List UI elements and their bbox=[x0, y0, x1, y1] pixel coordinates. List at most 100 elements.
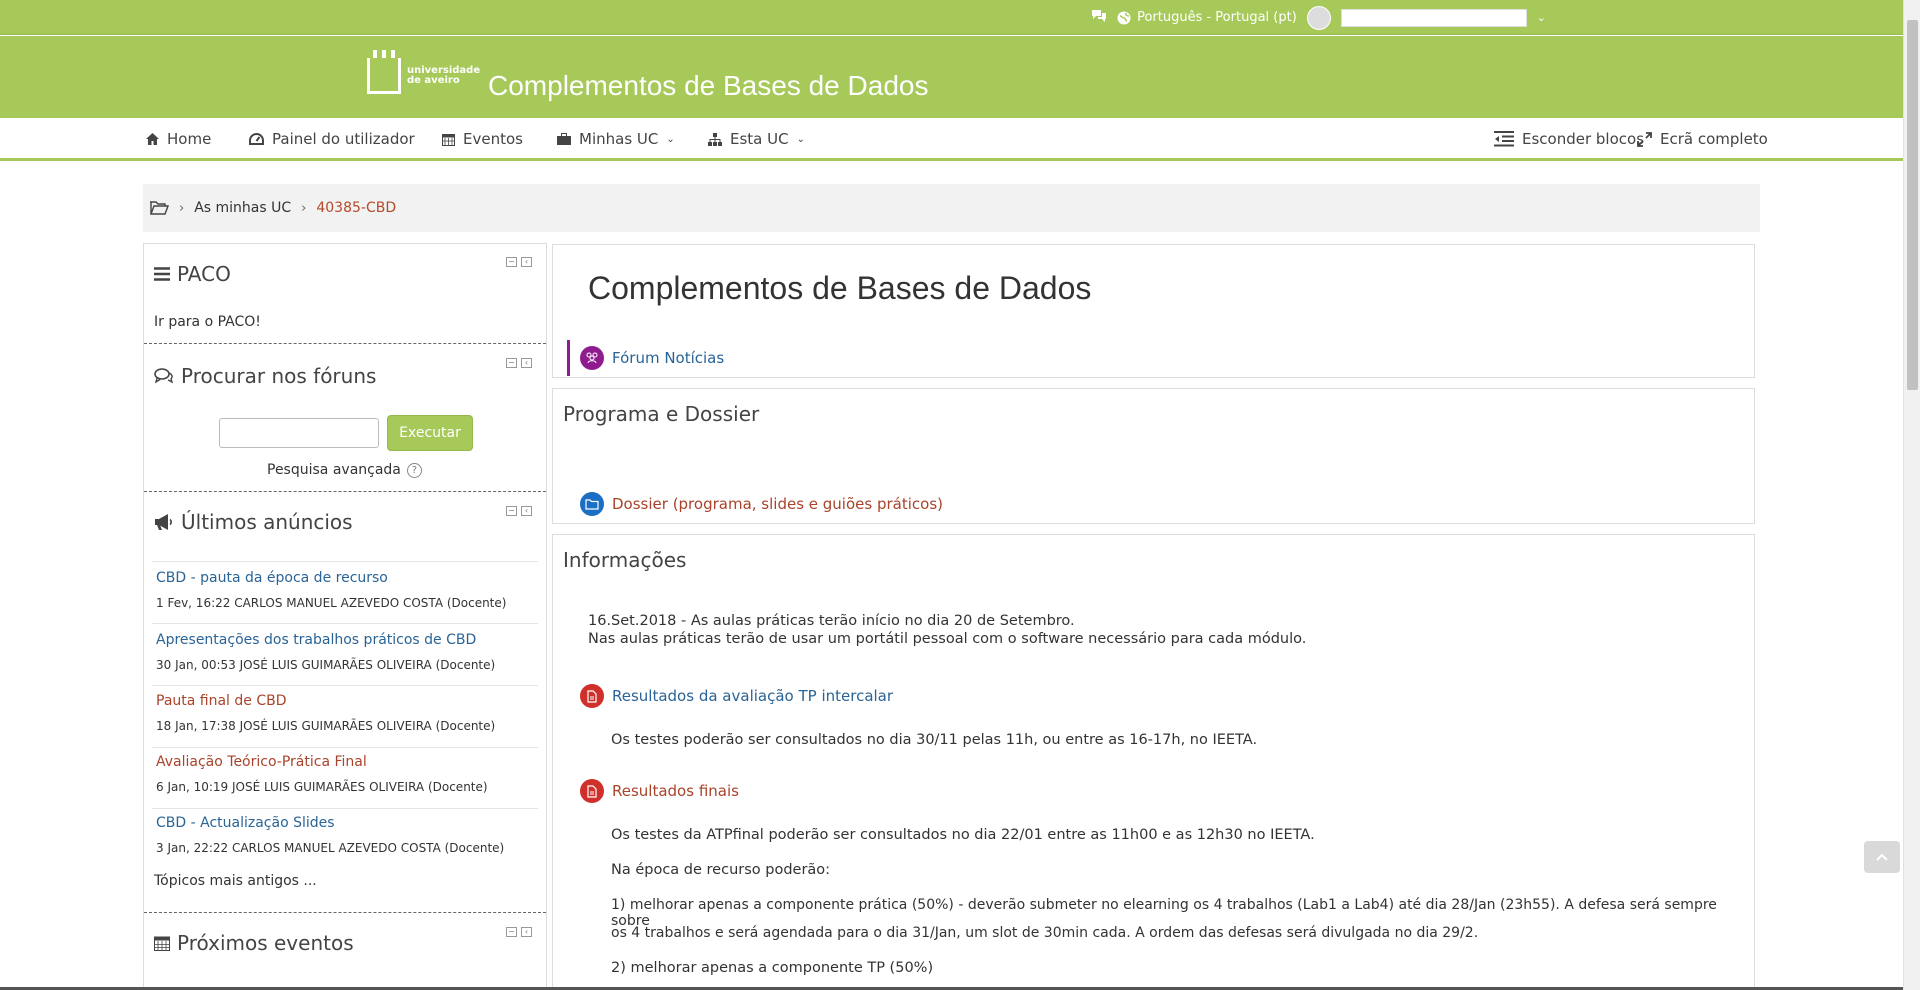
dock-icon[interactable]: ‹ bbox=[521, 506, 532, 516]
forum-search-block: − ‹ Procurar nos fóruns Executar Pesquis… bbox=[144, 344, 546, 491]
chevron-up-icon bbox=[1876, 853, 1888, 861]
final-results-link: Resultados finais bbox=[612, 782, 739, 800]
collapse-icon[interactable]: − bbox=[506, 506, 517, 516]
block-controls: − ‹ bbox=[506, 506, 532, 516]
forum-news-activity[interactable]: Fórum Notícias bbox=[580, 346, 724, 370]
hide-blocks-button[interactable]: Esconder blocos bbox=[1494, 130, 1644, 148]
announcement-title[interactable]: CBD - pauta da época de recurso bbox=[156, 570, 540, 586]
nav-my-courses[interactable]: Minhas UC ⌄ bbox=[557, 130, 675, 148]
hide-blocks-label: Esconder blocos bbox=[1522, 130, 1645, 148]
bullhorn-icon bbox=[155, 514, 172, 530]
nav-dashboard-label: Painel do utilizador bbox=[272, 130, 415, 148]
info-text: Nas aulas práticas terão de usar um port… bbox=[588, 631, 1307, 647]
nav-events-label: Eventos bbox=[463, 130, 523, 148]
collapse-icon[interactable]: − bbox=[506, 358, 517, 368]
announcement-divider bbox=[152, 747, 538, 748]
announcement-meta: 18 Jan, 17:38 JOSÉ LUIS GUIMARÃES OLIVEI… bbox=[156, 719, 496, 733]
paco-block-title: PACO bbox=[154, 262, 231, 286]
tp-results-activity[interactable]: Resultados da avaliação TP intercalar bbox=[580, 684, 893, 708]
announcements-block-title: Últimos anúncios bbox=[154, 510, 353, 534]
block-controls: − ‹ bbox=[506, 257, 532, 267]
forum-search-button[interactable]: Executar bbox=[387, 415, 473, 451]
back-to-top-button[interactable] bbox=[1864, 841, 1900, 873]
paco-title: PACO bbox=[177, 262, 231, 286]
pdf-icon bbox=[580, 684, 604, 708]
older-topics-link[interactable]: Tópicos mais antigos ... bbox=[154, 873, 317, 889]
messages-icon[interactable] bbox=[1091, 9, 1107, 27]
announcement-title[interactable]: Apresentações dos trabalhos práticos de … bbox=[156, 632, 540, 648]
breadcrumb-my-courses[interactable]: As minhas UC bbox=[194, 200, 291, 216]
announcement-item: CBD - pauta da época de recurso 1 Fev, 1… bbox=[156, 570, 540, 610]
section-title: Informações bbox=[563, 548, 687, 572]
forum-icon bbox=[580, 346, 604, 370]
section-programa-dossier: Programa e Dossier Dossier (programa, sl… bbox=[552, 388, 1755, 524]
chevron-down-icon: ⌄ bbox=[796, 133, 805, 145]
nav-this-course[interactable]: Esta UC ⌄ bbox=[708, 130, 805, 148]
nav-home-label: Home bbox=[167, 130, 212, 148]
announcement-title[interactable]: Avaliação Teórico-Prática Final bbox=[156, 754, 540, 770]
collapse-icon[interactable]: − bbox=[506, 927, 517, 937]
course-header-section: Complementos de Bases de Dados Fórum Not… bbox=[552, 244, 1755, 378]
announcements-title: Últimos anúncios bbox=[181, 510, 353, 534]
chevron-down-icon[interactable]: ⌄ bbox=[1537, 11, 1546, 24]
upcoming-events-block: − ‹ Próximos eventos bbox=[144, 913, 546, 990]
tp-results-text: Os testes poderão ser consultados no dia… bbox=[611, 732, 1258, 748]
comments-icon bbox=[154, 368, 174, 384]
announcement-title[interactable]: CBD - Actualização Slides bbox=[156, 815, 540, 831]
breadcrumb-separator: › bbox=[179, 200, 185, 216]
sitemap-icon bbox=[708, 132, 722, 146]
username-field[interactable] bbox=[1340, 8, 1527, 27]
nav-events[interactable]: Eventos bbox=[442, 130, 523, 148]
info-text: 16.Set.2018 - As aulas práticas terão in… bbox=[588, 613, 1075, 629]
final-results-activity[interactable]: Resultados finais bbox=[580, 779, 739, 803]
forum-search-input[interactable] bbox=[219, 418, 379, 448]
language-menu[interactable]: Português - Portugal (pt) bbox=[1117, 10, 1297, 25]
advanced-search-link[interactable]: Pesquisa avançada bbox=[267, 462, 401, 478]
dock-icon[interactable]: ‹ bbox=[521, 927, 532, 937]
folder-open-icon[interactable] bbox=[149, 200, 169, 216]
forum-search-title: Procurar nos fóruns bbox=[181, 364, 377, 388]
dossier-link: Dossier (programa, slides e guiões práti… bbox=[612, 495, 943, 513]
fullscreen-button[interactable]: Ecrã completo bbox=[1637, 130, 1768, 148]
announcement-divider bbox=[152, 808, 538, 809]
paco-link[interactable]: Ir para o PACO! bbox=[154, 314, 261, 330]
announcement-title[interactable]: Pauta final de CBD bbox=[156, 693, 540, 709]
dossier-activity[interactable]: Dossier (programa, slides e guiões práti… bbox=[580, 492, 943, 516]
left-blocks-column: − ‹ PACO Ir para o PACO! − ‹ Procurar no… bbox=[143, 243, 547, 990]
nav-home[interactable]: Home bbox=[146, 130, 211, 148]
logo-line2: de aveiro bbox=[407, 75, 460, 86]
dock-icon[interactable]: ‹ bbox=[521, 358, 532, 368]
block-controls: − ‹ bbox=[506, 358, 532, 368]
collapse-icon[interactable]: − bbox=[506, 257, 517, 267]
course-title: Complementos de Bases de Dados bbox=[588, 270, 1092, 306]
breadcrumb-current-course[interactable]: 40385-CBD bbox=[316, 200, 396, 216]
announcement-item: Apresentações dos trabalhos práticos de … bbox=[156, 632, 540, 672]
announcement-divider bbox=[152, 685, 538, 686]
section-title: Programa e Dossier bbox=[563, 402, 760, 426]
breadcrumb-separator: › bbox=[301, 200, 307, 216]
user-menu-area: Português - Portugal (pt) ⌄ bbox=[1091, 0, 1546, 35]
nav-dashboard[interactable]: Painel do utilizador bbox=[249, 130, 415, 148]
fullscreen-label: Ecrã completo bbox=[1660, 130, 1768, 148]
site-title[interactable]: Complementos de Bases de Dados bbox=[488, 70, 928, 102]
bars-icon bbox=[154, 267, 170, 281]
briefcase-icon bbox=[557, 133, 571, 145]
final-results-text: Na época de recurso poderão: bbox=[611, 862, 831, 878]
announcement-meta: 1 Fev, 16:22 CARLOS MANUEL AZEVEDO COSTA… bbox=[156, 596, 507, 610]
avatar[interactable] bbox=[1306, 5, 1331, 30]
help-icon[interactable]: ? bbox=[406, 462, 422, 478]
announcement-meta: 3 Jan, 22:22 CARLOS MANUEL AZEVEDO COSTA… bbox=[156, 841, 505, 855]
final-results-text: os 4 trabalhos e será agendada para o di… bbox=[611, 925, 1479, 941]
announcements-block: − ‹ Últimos anúncios CBD - pauta da époc… bbox=[144, 492, 546, 912]
final-results-text: 2) melhorar apenas a componente TP (50%) bbox=[611, 960, 934, 976]
main-nav: Home Painel do utilizador Eventos Minhas… bbox=[0, 118, 1903, 161]
page-scrollbar[interactable] bbox=[1903, 0, 1920, 990]
dock-icon[interactable]: ‹ bbox=[521, 257, 532, 267]
scrollbar-thumb[interactable] bbox=[1907, 20, 1918, 390]
advanced-search: Pesquisa avançada ? bbox=[267, 462, 422, 478]
university-logo[interactable]: universidade de aveiro bbox=[367, 50, 480, 94]
calendar-icon bbox=[154, 936, 170, 951]
globe-icon bbox=[1117, 11, 1131, 24]
announcement-divider bbox=[152, 623, 538, 624]
site-header: universidade de aveiro Complementos de B… bbox=[0, 36, 1903, 118]
